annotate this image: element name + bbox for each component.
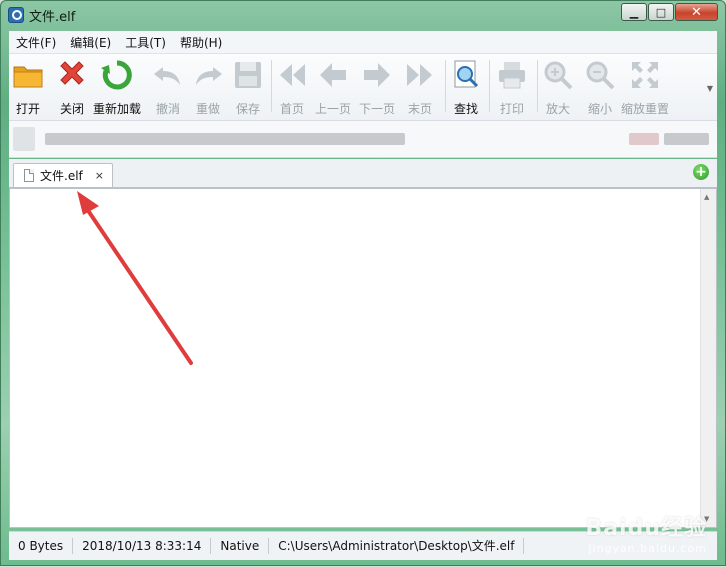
watermark: Baidu经验 jingyan.baidu.com [585,510,707,555]
watermark-logo: Baidu经验 [585,516,707,541]
status-path: C:\Users\Administrator\Desktop\文件.elf [269,538,525,554]
watermark-url: jingyan.baidu.com [588,542,707,555]
app-window: 文件.elf ▁ □ ✕ 文件(F) 编辑(E) 工具(T) 帮助(H) 打开 … [0,0,726,566]
status-file-size: 0 Bytes [9,538,74,554]
status-encoding: Native [211,538,270,554]
status-datetime: 2018/10/13 8:33:14 [73,538,212,554]
annotation-arrow [77,191,193,365]
